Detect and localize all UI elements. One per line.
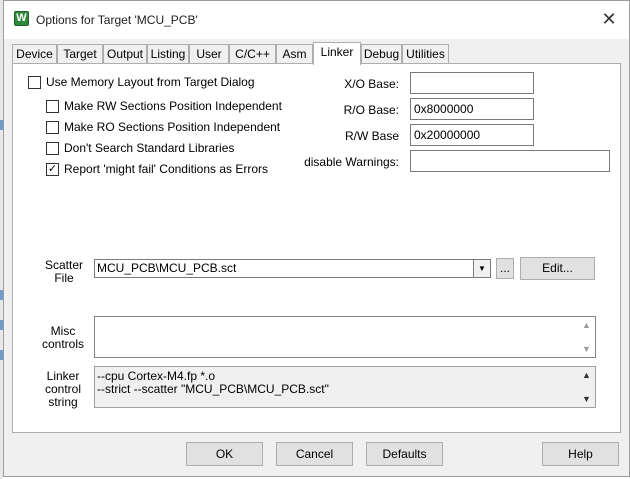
tab-target[interactable]: Target xyxy=(57,44,103,64)
no-std-libs-checkbox[interactable] xyxy=(46,142,59,155)
rw-independent-checkbox[interactable] xyxy=(46,100,59,113)
ro-base-label: R/O Base: xyxy=(343,103,399,117)
tab-utilities[interactable]: Utilities xyxy=(402,44,449,64)
keil-app-icon: W xyxy=(14,11,29,26)
linker-control-string-label: Linker control string xyxy=(44,369,82,409)
tab-output[interactable]: Output xyxy=(103,44,147,64)
tab-listing[interactable]: Listing xyxy=(147,44,189,64)
linker-string-scrollbar[interactable]: ▲ ▼ xyxy=(578,367,595,407)
ro-base-field[interactable]: 0x8000000 xyxy=(410,98,534,120)
options-dialog: W Options for Target 'MCU_PCB' ✕ Device … xyxy=(3,0,630,477)
use-memory-layout-label: Use Memory Layout from Target Dialog xyxy=(46,75,255,89)
xo-base-label: X/O Base: xyxy=(344,77,399,91)
window-title: Options for Target 'MCU_PCB' xyxy=(36,13,198,27)
scatter-file-combo[interactable]: MCU_PCB\MCU_PCB.sct ▼ xyxy=(94,259,491,278)
tab-c-cpp[interactable]: C/C++ xyxy=(229,44,276,64)
tab-device[interactable]: Device xyxy=(12,44,57,64)
might-fail-errors-checkbox[interactable]: ✓ xyxy=(46,163,59,176)
title-bar: W Options for Target 'MCU_PCB' ✕ xyxy=(4,1,629,39)
rw-base-field[interactable]: 0x20000000 xyxy=(410,124,534,146)
scroll-down-icon[interactable]: ▼ xyxy=(578,392,595,406)
scatter-file-label: Scatter File xyxy=(44,258,83,285)
tab-asm[interactable]: Asm xyxy=(276,44,313,64)
ro-independent-checkbox[interactable] xyxy=(46,121,59,134)
rw-independent-label: Make RW Sections Position Independent xyxy=(64,99,282,113)
tab-debug[interactable]: Debug xyxy=(361,44,402,64)
ro-independent-label: Make RO Sections Position Independent xyxy=(64,120,281,134)
misc-controls-label: Misc controls xyxy=(41,324,85,351)
scroll-up-icon[interactable]: ▲ xyxy=(578,368,595,382)
defaults-button[interactable]: Defaults xyxy=(366,442,443,466)
might-fail-errors-label: Report 'might fail' Conditions as Errors xyxy=(64,162,268,176)
cancel-button[interactable]: Cancel xyxy=(276,442,353,466)
help-button[interactable]: Help xyxy=(542,442,619,466)
close-icon[interactable]: ✕ xyxy=(599,9,619,29)
linker-panel: Use Memory Layout from Target Dialog Mak… xyxy=(12,63,621,433)
misc-controls-textarea[interactable]: ▲ ▼ xyxy=(94,316,596,358)
scroll-down-icon[interactable]: ▼ xyxy=(578,342,595,356)
linker-control-string-textarea[interactable]: --cpu Cortex-M4.fp *.o --strict --scatte… xyxy=(94,366,596,408)
linker-string-line: --strict --scatter "MCU_PCB\MCU_PCB.sct" xyxy=(97,382,329,396)
tab-user[interactable]: User xyxy=(189,44,229,64)
rw-base-label: R/W Base xyxy=(344,129,399,143)
browse-scatter-button[interactable]: ... xyxy=(496,258,514,279)
edit-scatter-button[interactable]: Edit... xyxy=(520,257,595,280)
scroll-up-icon[interactable]: ▲ xyxy=(578,318,595,332)
misc-scrollbar[interactable]: ▲ ▼ xyxy=(578,317,595,357)
scatter-file-value: MCU_PCB\MCU_PCB.sct xyxy=(97,261,237,275)
chevron-down-icon[interactable]: ▼ xyxy=(473,260,490,277)
use-memory-layout-checkbox[interactable] xyxy=(28,76,41,89)
disable-warnings-label: disable Warnings: xyxy=(304,155,399,169)
tab-linker[interactable]: Linker xyxy=(313,42,361,65)
no-std-libs-label: Don't Search Standard Libraries xyxy=(64,141,235,155)
disable-warnings-field[interactable] xyxy=(410,150,610,172)
ok-button[interactable]: OK xyxy=(186,442,263,466)
xo-base-field[interactable] xyxy=(410,72,534,94)
